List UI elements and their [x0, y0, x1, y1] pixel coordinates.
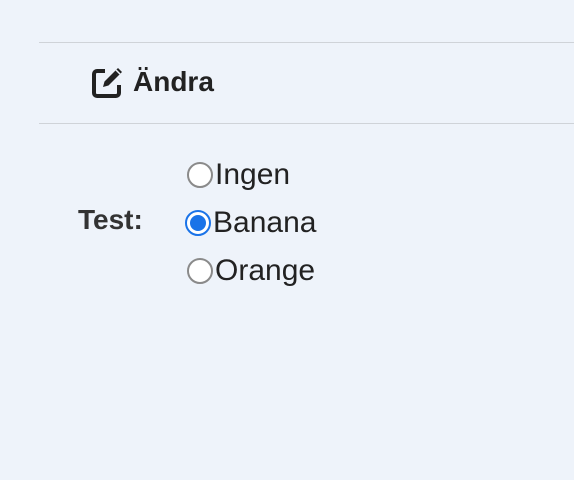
radio-button-orange[interactable] [187, 258, 213, 284]
toolbar: Ändra [39, 42, 574, 124]
edit-label: Ändra [133, 66, 214, 97]
radio-option-banana[interactable]: Banana [185, 206, 316, 240]
field-label-test: Test: [78, 204, 143, 235]
radio-label-banana: Banana [213, 206, 317, 239]
page: Ändra Test: Ingen Banana Orange [0, 0, 574, 480]
radio-button-banana[interactable] [185, 210, 211, 236]
radio-button-ingen[interactable] [187, 162, 213, 188]
radio-option-orange[interactable]: Orange [187, 254, 315, 288]
radio-label-ingen: Ingen [215, 158, 291, 191]
edit-button[interactable]: Ändra [91, 65, 214, 99]
radio-option-ingen[interactable]: Ingen [187, 158, 290, 192]
radio-label-orange: Orange [215, 254, 316, 287]
edit-icon [91, 65, 125, 99]
